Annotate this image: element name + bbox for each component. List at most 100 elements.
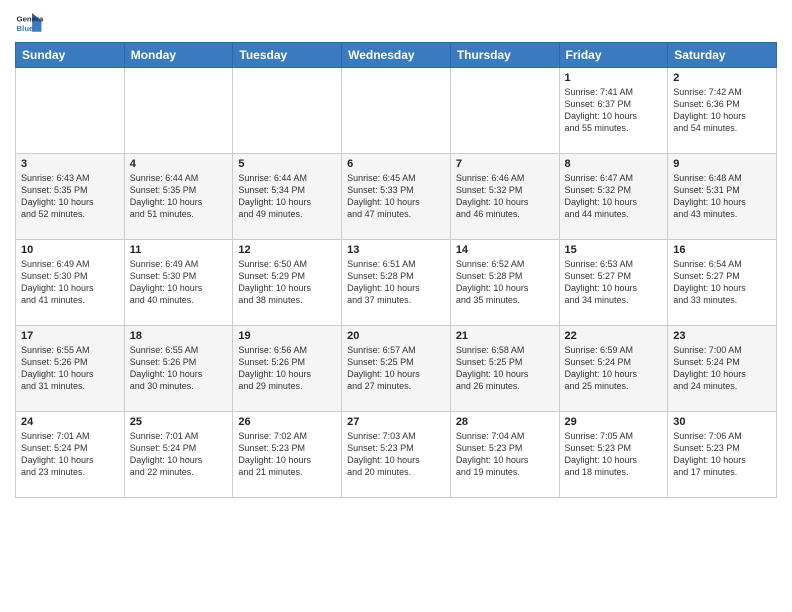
- day-number: 26: [238, 416, 336, 428]
- cell-info: Sunrise: 6:47 AM Sunset: 5:32 PM Dayligh…: [565, 172, 663, 221]
- day-number: 19: [238, 330, 336, 342]
- cell-info: Sunrise: 6:53 AM Sunset: 5:27 PM Dayligh…: [565, 258, 663, 307]
- calendar-header-row: SundayMondayTuesdayWednesdayThursdayFrid…: [16, 43, 777, 68]
- calendar-cell: 30 Sunrise: 7:06 AM Sunset: 5:23 PM Dayli…: [668, 412, 777, 498]
- weekday-header: Thursday: [450, 43, 559, 68]
- calendar-cell: 9Sunrise: 6:48 AM Sunset: 5:31 PM Daylig…: [668, 154, 777, 240]
- weekday-header: Monday: [124, 43, 233, 68]
- day-number: 1: [565, 72, 663, 84]
- calendar-cell: 21 Sunrise: 6:58 AM Sunset: 5:25 PM Dayli…: [450, 326, 559, 412]
- day-number: 30: [673, 416, 771, 428]
- day-number: 2: [673, 72, 771, 84]
- calendar-cell: 7 Sunrise: 6:46 AM Sunset: 5:32 PM Daylig…: [450, 154, 559, 240]
- day-number: 27: [347, 416, 445, 428]
- calendar-cell: 5 Sunrise: 6:44 AM Sunset: 5:34 PM Daylig…: [233, 154, 342, 240]
- logo: General Blue: [15, 10, 43, 38]
- cell-info: Sunrise: 7:04 AM Sunset: 5:23 PM Dayligh…: [456, 430, 554, 479]
- calendar-week-row: 17 Sunrise: 6:55 AM Sunset: 5:26 PM Dayli…: [16, 326, 777, 412]
- calendar-cell: [124, 68, 233, 154]
- cell-info: Sunrise: 6:45 AM Sunset: 5:33 PM Dayligh…: [347, 172, 445, 221]
- day-number: 5: [238, 158, 336, 170]
- calendar-week-row: 1 Sunrise: 7:41 AM Sunset: 6:37 PM Daylig…: [16, 68, 777, 154]
- day-number: 17: [21, 330, 119, 342]
- cell-info: Sunrise: 7:02 AM Sunset: 5:23 PM Dayligh…: [238, 430, 336, 479]
- cell-info: Sunrise: 6:56 AM Sunset: 5:26 PM Dayligh…: [238, 344, 336, 393]
- weekday-header: Wednesday: [342, 43, 451, 68]
- calendar-cell: 12Sunrise: 6:50 AM Sunset: 5:29 PM Dayli…: [233, 240, 342, 326]
- cell-info: Sunrise: 6:55 AM Sunset: 5:26 PM Dayligh…: [130, 344, 228, 393]
- day-number: 13: [347, 244, 445, 256]
- day-number: 7: [456, 158, 554, 170]
- day-number: 6: [347, 158, 445, 170]
- cell-info: Sunrise: 7:06 AM Sunset: 5:23 PM Dayligh…: [673, 430, 771, 479]
- calendar-cell: [16, 68, 125, 154]
- day-number: 8: [565, 158, 663, 170]
- cell-info: Sunrise: 7:01 AM Sunset: 5:24 PM Dayligh…: [21, 430, 119, 479]
- calendar-cell: 13 Sunrise: 6:51 AM Sunset: 5:28 PM Dayli…: [342, 240, 451, 326]
- cell-info: Sunrise: 6:51 AM Sunset: 5:28 PM Dayligh…: [347, 258, 445, 307]
- calendar-cell: 29 Sunrise: 7:05 AM Sunset: 5:23 PM Dayli…: [559, 412, 668, 498]
- cell-info: Sunrise: 6:55 AM Sunset: 5:26 PM Dayligh…: [21, 344, 119, 393]
- weekday-header: Sunday: [16, 43, 125, 68]
- calendar-cell: 28 Sunrise: 7:04 AM Sunset: 5:23 PM Dayli…: [450, 412, 559, 498]
- calendar-cell: 8 Sunrise: 6:47 AM Sunset: 5:32 PM Daylig…: [559, 154, 668, 240]
- calendar-cell: 22 Sunrise: 6:59 AM Sunset: 5:24 PM Dayli…: [559, 326, 668, 412]
- day-number: 10: [21, 244, 119, 256]
- calendar-cell: 14Sunrise: 6:52 AM Sunset: 5:28 PM Dayli…: [450, 240, 559, 326]
- calendar-week-row: 10 Sunrise: 6:49 AM Sunset: 5:30 PM Dayli…: [16, 240, 777, 326]
- day-number: 29: [565, 416, 663, 428]
- calendar-cell: 17 Sunrise: 6:55 AM Sunset: 5:26 PM Dayli…: [16, 326, 125, 412]
- calendar-cell: 16 Sunrise: 6:54 AM Sunset: 5:27 PM Dayli…: [668, 240, 777, 326]
- cell-info: Sunrise: 7:01 AM Sunset: 5:24 PM Dayligh…: [130, 430, 228, 479]
- day-number: 22: [565, 330, 663, 342]
- calendar-cell: 3 Sunrise: 6:43 AM Sunset: 5:35 PM Daylig…: [16, 154, 125, 240]
- day-number: 11: [130, 244, 228, 256]
- day-number: 20: [347, 330, 445, 342]
- page-container: General Blue SundayMondayTuesdayWednesda…: [0, 0, 792, 508]
- day-number: 16: [673, 244, 771, 256]
- day-number: 28: [456, 416, 554, 428]
- calendar-cell: 4 Sunrise: 6:44 AM Sunset: 5:35 PM Daylig…: [124, 154, 233, 240]
- svg-text:General: General: [17, 15, 43, 24]
- calendar-cell: 10 Sunrise: 6:49 AM Sunset: 5:30 PM Dayli…: [16, 240, 125, 326]
- cell-info: Sunrise: 6:43 AM Sunset: 5:35 PM Dayligh…: [21, 172, 119, 221]
- day-number: 9: [673, 158, 771, 170]
- weekday-header: Friday: [559, 43, 668, 68]
- calendar-cell: 6 Sunrise: 6:45 AM Sunset: 5:33 PM Daylig…: [342, 154, 451, 240]
- calendar-cell: 18 Sunrise: 6:55 AM Sunset: 5:26 PM Dayli…: [124, 326, 233, 412]
- day-number: 14: [456, 244, 554, 256]
- day-number: 21: [456, 330, 554, 342]
- day-number: 24: [21, 416, 119, 428]
- calendar-cell: [233, 68, 342, 154]
- logo-icon: General Blue: [15, 10, 43, 38]
- cell-info: Sunrise: 6:57 AM Sunset: 5:25 PM Dayligh…: [347, 344, 445, 393]
- cell-info: Sunrise: 6:49 AM Sunset: 5:30 PM Dayligh…: [130, 258, 228, 307]
- cell-info: Sunrise: 6:54 AM Sunset: 5:27 PM Dayligh…: [673, 258, 771, 307]
- cell-info: Sunrise: 6:58 AM Sunset: 5:25 PM Dayligh…: [456, 344, 554, 393]
- calendar-cell: 1 Sunrise: 7:41 AM Sunset: 6:37 PM Daylig…: [559, 68, 668, 154]
- calendar-cell: 11 Sunrise: 6:49 AM Sunset: 5:30 PM Dayli…: [124, 240, 233, 326]
- calendar-cell: 24 Sunrise: 7:01 AM Sunset: 5:24 PM Dayli…: [16, 412, 125, 498]
- calendar-cell: [342, 68, 451, 154]
- cell-info: Sunrise: 6:44 AM Sunset: 5:35 PM Dayligh…: [130, 172, 228, 221]
- day-number: 18: [130, 330, 228, 342]
- cell-info: Sunrise: 7:41 AM Sunset: 6:37 PM Dayligh…: [565, 86, 663, 135]
- day-number: 12: [238, 244, 336, 256]
- calendar-cell: 2Sunrise: 7:42 AM Sunset: 6:36 PM Daylig…: [668, 68, 777, 154]
- cell-info: Sunrise: 6:49 AM Sunset: 5:30 PM Dayligh…: [21, 258, 119, 307]
- day-number: 4: [130, 158, 228, 170]
- calendar-cell: 19 Sunrise: 6:56 AM Sunset: 5:26 PM Dayli…: [233, 326, 342, 412]
- cell-info: Sunrise: 6:59 AM Sunset: 5:24 PM Dayligh…: [565, 344, 663, 393]
- day-number: 3: [21, 158, 119, 170]
- calendar-cell: 15 Sunrise: 6:53 AM Sunset: 5:27 PM Dayli…: [559, 240, 668, 326]
- header: General Blue: [15, 10, 777, 38]
- cell-info: Sunrise: 6:44 AM Sunset: 5:34 PM Dayligh…: [238, 172, 336, 221]
- calendar-cell: [450, 68, 559, 154]
- cell-info: Sunrise: 7:05 AM Sunset: 5:23 PM Dayligh…: [565, 430, 663, 479]
- calendar-cell: 23Sunrise: 7:00 AM Sunset: 5:24 PM Dayli…: [668, 326, 777, 412]
- day-number: 15: [565, 244, 663, 256]
- cell-info: Sunrise: 6:46 AM Sunset: 5:32 PM Dayligh…: [456, 172, 554, 221]
- cell-info: Sunrise: 7:03 AM Sunset: 5:23 PM Dayligh…: [347, 430, 445, 479]
- calendar-table: SundayMondayTuesdayWednesdayThursdayFrid…: [15, 42, 777, 498]
- calendar-cell: 25Sunrise: 7:01 AM Sunset: 5:24 PM Dayli…: [124, 412, 233, 498]
